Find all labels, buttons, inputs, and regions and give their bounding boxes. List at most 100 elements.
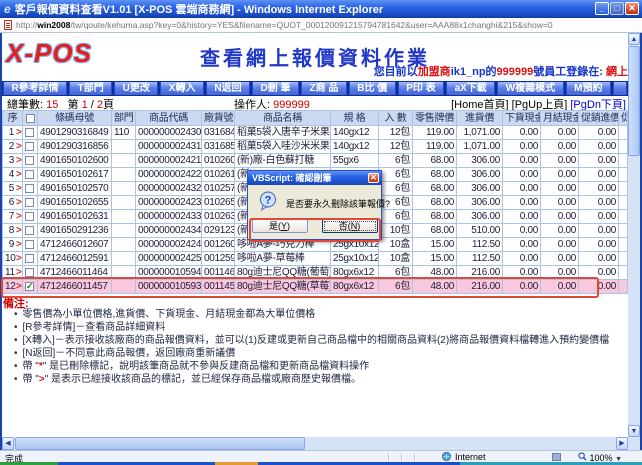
row-number: 2 — [5, 141, 14, 152]
cell-retail: 68.00 — [413, 182, 457, 196]
cell-dept: 110 — [112, 126, 136, 140]
horizontal-scroll-thumb[interactable] — [15, 437, 305, 450]
cell-monthly: 0.00 — [541, 238, 579, 252]
login-mid: 的 — [486, 66, 497, 78]
annotation-highlight-row — [1, 277, 599, 298]
row-checkbox[interactable] — [25, 212, 34, 221]
row-number: 3 — [5, 155, 14, 166]
row-number: 10 — [5, 253, 14, 264]
cell-retail: 119.00 — [413, 140, 457, 154]
cell-extra — [619, 196, 628, 210]
cell-name: 稻菓5袋入哇沙米米果 — [235, 140, 331, 154]
toolbar-button-9[interactable]: P印 表 — [398, 82, 444, 95]
note-item-6: 帶 ">" 是表示已經接收該商品的標記，並已經保存商品檔或廠商歷史報價檔。 — [14, 373, 624, 386]
cell-code: 0000000024211 — [136, 154, 202, 168]
protection-icon[interactable] — [552, 453, 561, 461]
column-header: 廠貨號 — [202, 111, 235, 126]
nav-home[interactable]: [Home首頁] — [451, 99, 508, 110]
dialog-message: 是否要永久刪除該筆報價? — [286, 197, 390, 210]
nav-pgup[interactable]: [PgUp上頁] — [512, 99, 568, 110]
cell-retail: 68.00 — [413, 210, 457, 224]
column-header: 商品名稱 — [235, 111, 331, 126]
toolbar-button-5[interactable]: N返回 — [206, 82, 250, 95]
cell-code: 0000000024259 — [136, 252, 202, 266]
cell-monthly: 0.00 — [541, 140, 579, 154]
cell-promo: 0.00 — [579, 224, 619, 238]
record-count-label: 總筆數: — [7, 99, 43, 110]
toolbar-button-2[interactable]: T部門 — [69, 82, 112, 95]
cell-vendor: 029123 — [202, 224, 235, 238]
close-button[interactable]: ✕ — [625, 2, 639, 15]
login-employee-number: 999999 — [497, 66, 534, 78]
dialog-titlebar[interactable]: VBScript: 確認刪筆 ✕ — [248, 171, 381, 185]
vertical-scrollbar[interactable]: ▲ ▼ — [628, 33, 640, 437]
toolbar-button-6[interactable]: D刪 筆 — [252, 82, 299, 95]
toolbar-button-12[interactable]: M預約 — [566, 82, 611, 95]
login-status: 您目前以加盟商ik1_np的999999號員工登錄在: 網上 — [374, 63, 628, 79]
row-checkbox[interactable] — [25, 184, 34, 193]
row-checkbox[interactable] — [25, 198, 34, 207]
cell-name: (新)廠-白色蘇打糖 — [235, 154, 331, 168]
minimize-button[interactable]: _ — [595, 2, 609, 15]
row-checkbox[interactable] — [25, 156, 34, 165]
toolbar-button-3[interactable]: U更改 — [114, 82, 158, 95]
row-checkbox[interactable] — [25, 142, 34, 151]
cell-retail: 68.00 — [413, 224, 457, 238]
scroll-up-icon[interactable]: ▲ — [628, 33, 640, 45]
toolbar-button-1[interactable]: R參考詳情 — [3, 82, 67, 95]
row-checkbox[interactable] — [25, 240, 34, 249]
cell-qty: 6包 — [379, 168, 413, 182]
maximize-button[interactable]: □ — [610, 2, 624, 15]
toolbar-button-7[interactable]: Z商 品 — [301, 82, 347, 95]
cell-vendor: 031685 — [202, 140, 235, 154]
vertical-scroll-thumb[interactable] — [628, 46, 640, 156]
horizontal-scrollbar[interactable]: ◀ ▶ — [2, 437, 628, 450]
cell-retail: 68.00 — [413, 154, 457, 168]
address-bar[interactable]: http://win2008/tw/qoute/kehuma.asp?key=0… — [0, 18, 642, 33]
toolbar-button-8[interactable]: B比 價 — [349, 82, 396, 95]
table-row[interactable]: 10>47124660125910000000024259001259哆啦A夢-… — [3, 252, 628, 266]
received-marker: > — [16, 169, 22, 180]
toolbar-button-4[interactable]: X轉入 — [160, 82, 204, 95]
cell-extra — [619, 168, 628, 182]
row-checkbox[interactable] — [25, 226, 34, 235]
scrollbar-corner — [628, 437, 640, 450]
column-header: 規 格 — [331, 111, 379, 126]
cell-cost: 306.00 — [457, 210, 503, 224]
cell-barcode: 4901290316856 — [38, 140, 112, 154]
table-row[interactable]: 3>49016501026000000000024211010260(新)廠-白… — [3, 154, 628, 168]
row-checkbox[interactable] — [25, 254, 34, 263]
cell-extra — [619, 154, 628, 168]
row-checkbox[interactable] — [25, 268, 34, 277]
scroll-down-icon[interactable]: ▼ — [628, 425, 640, 437]
app-logo: X-POS — [6, 38, 92, 69]
nav-pgdn[interactable]: [PgDn下頁] — [570, 99, 626, 110]
row-checkbox-cell — [23, 154, 38, 168]
toolbar-button-10[interactable]: aX下載 — [446, 82, 495, 95]
dialog-close-icon[interactable]: ✕ — [368, 173, 379, 183]
scroll-left-icon[interactable]: ◀ — [2, 437, 14, 450]
dialog-title: VBScript: 確認刪筆 — [252, 173, 332, 183]
table-row[interactable]: 2>49012903168560000000024310031685稻菓5袋入哇… — [3, 140, 628, 154]
row-number: 4 — [5, 169, 14, 180]
window-titlebar[interactable]: e客戶報價資料查看V1.01 [X-POS 雲端商務網] - Windows I… — [0, 0, 642, 18]
cell-barcode: 4901650102600 — [38, 154, 112, 168]
page-separator: / — [91, 99, 94, 110]
cell-code: 0000000024228 — [136, 168, 202, 182]
row-checkbox[interactable] — [25, 170, 34, 179]
toolbar-button-13[interactable] — [613, 82, 627, 95]
row-checkbox[interactable] — [25, 128, 34, 137]
select-all-checkbox[interactable] — [26, 114, 35, 123]
row-checkbox-cell — [23, 168, 38, 182]
cell-promo: 0.00 — [579, 168, 619, 182]
svg-text:?: ? — [265, 195, 272, 207]
received-marker: > — [16, 127, 22, 138]
cell-barcode: 4712466012591 — [38, 252, 112, 266]
cell-barcode: 4901290316849 — [38, 126, 112, 140]
table-row[interactable]: 1>49012903168491100000000024303031684稻菓5… — [3, 126, 628, 140]
scroll-right-icon[interactable]: ▶ — [616, 437, 628, 450]
toolbar-button-11[interactable]: W複雜模式 — [497, 82, 563, 95]
address-url[interactable]: http://win2008/tw/qoute/kehuma.asp?key=0… — [16, 20, 626, 30]
row-number: 8 — [5, 225, 14, 236]
cell-cost: 306.00 — [457, 168, 503, 182]
